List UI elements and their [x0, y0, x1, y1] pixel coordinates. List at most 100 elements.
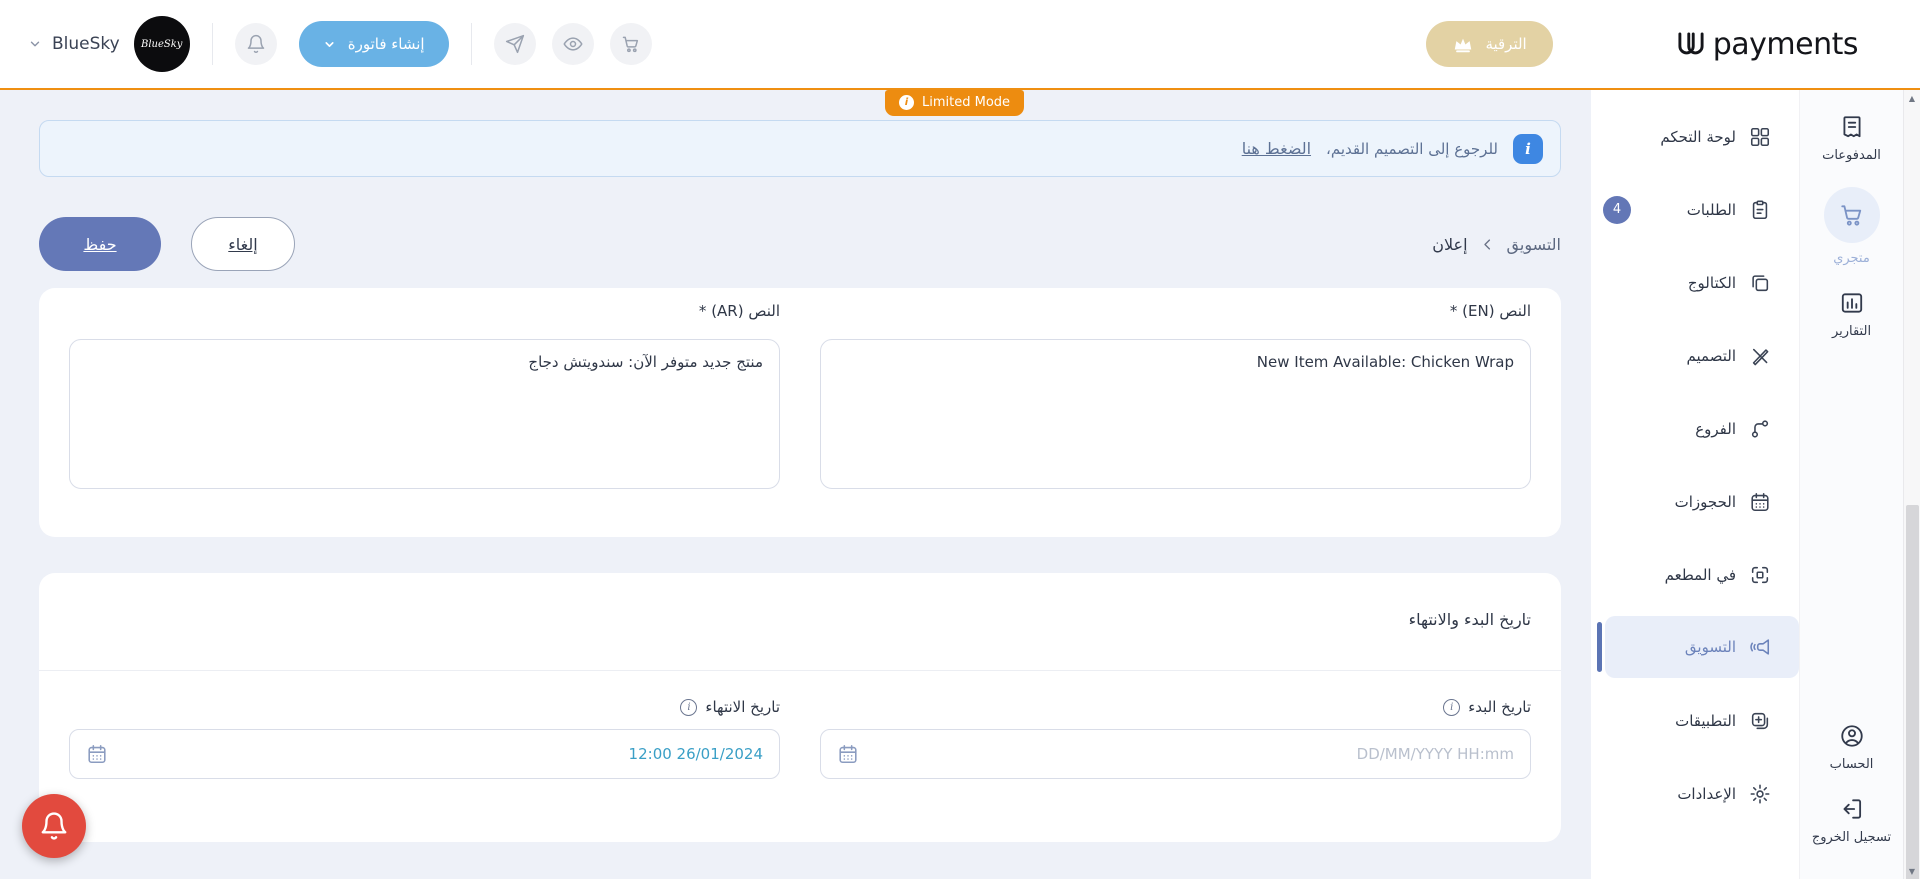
info-icon: i	[1513, 133, 1543, 164]
my-store-cart-icon	[1840, 205, 1861, 226]
sidebar-item-dine-in[interactable]: في المطعم	[1591, 538, 1799, 611]
text-ar-input[interactable]: منتج جديد متوفر الآن: سندويتش دجاج	[69, 339, 780, 489]
ad-text-card: النص (EN) * New Item Available: Chicken …	[39, 288, 1561, 537]
workspace-name[interactable]: BlueSky	[52, 34, 120, 54]
brand-name: payments	[1712, 26, 1859, 62]
limited-mode-badge: i Limited Mode	[885, 90, 1025, 116]
calendar-field-icon[interactable]	[837, 743, 859, 765]
top-header: BlueSky BlueSky إنشاء فاتورة الترقية pay…	[0, 0, 1920, 90]
notifications-button[interactable]	[234, 23, 277, 65]
send-icon	[505, 34, 524, 54]
create-invoice-button[interactable]: إنشاء فاتورة	[298, 21, 449, 67]
sidebar-item-label: الفروع	[1695, 419, 1736, 438]
store-avatar[interactable]: BlueSky	[133, 16, 190, 72]
rail-item-label: الحساب	[1829, 757, 1874, 772]
sidebar-item-reservations[interactable]: الحجوزات	[1591, 465, 1799, 538]
main-content: i Limited Mode i للرجوع إلى التصميم القد…	[0, 90, 1591, 879]
sidebar-item-label: الكتالوج	[1687, 273, 1736, 292]
info-icon[interactable]: i	[680, 698, 698, 716]
calendar-field-icon[interactable]	[86, 743, 108, 765]
sidebar-item-design[interactable]: التصميم	[1591, 319, 1799, 392]
start-date-input[interactable]	[871, 745, 1514, 763]
sidebar-item-label: التسويق	[1684, 638, 1736, 656]
header-divider	[211, 23, 213, 65]
old-design-banner: i للرجوع إلى التصميم القديم، الضغط هنا	[39, 120, 1561, 177]
sidebar-item-settings[interactable]: الإعدادات	[1591, 757, 1799, 830]
start-date-label: تاريخ البدء	[1468, 698, 1531, 716]
save-button[interactable]: حفظ	[39, 217, 161, 271]
apps-icon	[1751, 712, 1769, 729]
scrollbar-up-arrow[interactable]: ▲	[1904, 90, 1920, 106]
brand-logo: payments	[1671, 24, 1859, 64]
eye-icon	[563, 37, 583, 51]
app-rail: المدفوعات متجري التقارير الحساب تسجيل ال…	[1799, 90, 1903, 879]
breadcrumb-current: إعلان	[1432, 234, 1468, 254]
sidebar-item-orders[interactable]: الطلبات 4	[1591, 173, 1799, 246]
push-notification-fab[interactable]	[22, 794, 86, 858]
rail-item-label: متجري	[1833, 251, 1870, 266]
store-sidebar: لوحة التحكم الطلبات 4 الكتالوج التصميم ا…	[1591, 90, 1799, 879]
rail-item-account[interactable]: الحساب	[1829, 723, 1874, 772]
dashboard-grid-icon	[1750, 127, 1770, 146]
limited-mode-label: Limited Mode	[922, 95, 1011, 110]
logout-icon	[1843, 799, 1861, 819]
text-ar-column: النص (AR) * منتج جديد متوفر الآن: سندويت…	[69, 302, 780, 493]
sidebar-item-label: الإعدادات	[1677, 784, 1736, 803]
upgrade-button[interactable]: الترقية	[1426, 21, 1553, 67]
end-date-input[interactable]	[120, 745, 763, 763]
rail-item-reports[interactable]: التقارير	[1832, 290, 1871, 339]
breadcrumb: التسويق إعلان	[1432, 235, 1561, 254]
info-icon[interactable]: i	[1443, 698, 1461, 716]
reservations-calendar-icon	[1751, 492, 1769, 511]
end-date-field: تاريخ الانتهاء i	[69, 698, 780, 779]
info-icon: i	[899, 95, 914, 110]
marketing-megaphone-icon	[1750, 639, 1770, 655]
sidebar-item-apps[interactable]: التطبيقات	[1591, 684, 1799, 757]
page-scrollbar[interactable]: ▲ ▼	[1903, 90, 1920, 879]
banner-text: للرجوع إلى التصميم القديم،	[1326, 139, 1498, 158]
app-page: BlueSky BlueSky إنشاء فاتورة الترقية pay…	[0, 0, 1920, 879]
rail-item-my-store[interactable]: متجري	[1823, 187, 1880, 266]
crown-icon	[1455, 38, 1472, 53]
breadcrumb-parent[interactable]: التسويق	[1507, 235, 1561, 254]
banner-link[interactable]: الضغط هنا	[1242, 139, 1311, 158]
end-date-label: تاريخ الانتهاء	[705, 698, 780, 716]
upgrade-label: الترقية	[1485, 35, 1527, 53]
avatar-label: BlueSky	[140, 38, 183, 50]
start-date-field: تاريخ البدء i	[820, 698, 1531, 779]
workspace-switcher[interactable]: BlueSky BlueSky	[28, 16, 190, 72]
settings-gear-icon	[1750, 784, 1770, 803]
sidebar-item-label: لوحة التحكم	[1660, 127, 1736, 146]
share-button[interactable]	[493, 23, 536, 65]
payments-receipt-icon	[1842, 116, 1861, 138]
chevron-down-icon[interactable]	[28, 37, 42, 51]
dates-heading: تاريخ البدء والانتهاء	[1408, 610, 1531, 629]
bell-icon	[247, 34, 264, 54]
cancel-button[interactable]: إلغاء	[191, 217, 295, 271]
scrollbar-thumb[interactable]	[1906, 505, 1919, 879]
active-rail-highlight	[1823, 187, 1880, 243]
rail-item-payments[interactable]: المدفوعات	[1822, 114, 1881, 163]
rail-item-logout[interactable]: تسجيل الخروج	[1812, 796, 1891, 845]
catalog-icon	[1752, 274, 1769, 291]
reports-chart-icon	[1841, 293, 1862, 313]
rail-item-label: تسجيل الخروج	[1811, 830, 1892, 845]
notification-fab-icon	[41, 812, 67, 840]
start-date-input-wrap	[820, 729, 1531, 779]
sidebar-item-catalog[interactable]: الكتالوج	[1591, 246, 1799, 319]
rail-item-label: المدفوعات	[1822, 148, 1881, 163]
text-en-input[interactable]: New Item Available: Chicken Wrap	[820, 339, 1531, 489]
storefront-cart-button[interactable]	[609, 23, 652, 65]
text-en-label: النص (EN) *	[1449, 302, 1531, 320]
orders-count-badge: 4	[1603, 195, 1631, 224]
scrollbar-down-arrow[interactable]: ▼	[1904, 863, 1920, 879]
sidebar-item-label: التصميم	[1686, 346, 1736, 365]
sidebar-item-marketing[interactable]: التسويق	[1597, 616, 1799, 678]
chevron-down-icon	[325, 41, 334, 47]
preview-button[interactable]	[551, 23, 594, 65]
dine-in-qr-icon	[1751, 566, 1769, 583]
sidebar-item-dashboard[interactable]: لوحة التحكم	[1591, 100, 1799, 173]
design-icon	[1752, 348, 1769, 365]
sidebar-item-branches[interactable]: الفروع	[1591, 392, 1799, 465]
rail-item-label: التقارير	[1831, 324, 1872, 339]
